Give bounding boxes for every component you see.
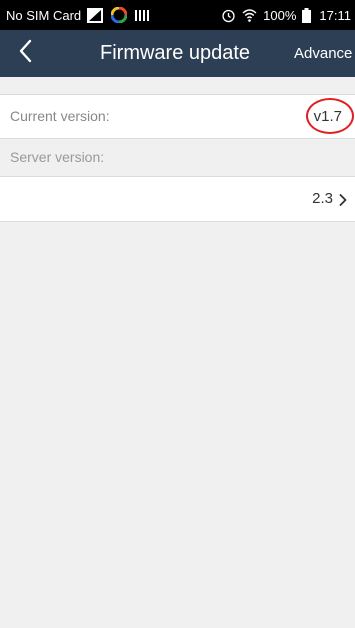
- no-sim-icon: [87, 7, 104, 23]
- wifi-icon: [242, 8, 257, 23]
- status-right: 100% 17:11: [221, 0, 351, 30]
- content-area: Current version: v1.7 Server version: 2.…: [0, 77, 355, 628]
- app-bar: Firmware update Advance: [0, 30, 355, 77]
- clock: 17:11: [319, 7, 351, 23]
- current-version-label: Current version:: [10, 108, 110, 124]
- advanced-button[interactable]: Advance: [294, 30, 352, 77]
- back-button[interactable]: [10, 36, 40, 70]
- chevron-left-icon: [18, 39, 32, 68]
- battery-percent: 100%: [263, 7, 297, 23]
- status-bar: No SIM Card 100% 17:11: [0, 0, 355, 30]
- current-version-row: Current version: v1.7: [0, 94, 355, 139]
- chevron-right-icon: [339, 193, 347, 206]
- sync-icon: [110, 6, 128, 24]
- carrier-label: No SIM Card: [6, 7, 82, 23]
- highlight-circle: [306, 98, 354, 134]
- server-version-row[interactable]: 2.3: [0, 176, 355, 222]
- signal-bars-icon: [135, 9, 150, 21]
- page-title: Firmware update: [100, 42, 251, 64]
- server-version-label: Server version:: [10, 149, 105, 165]
- status-left: No SIM Card: [0, 0, 150, 30]
- alarm-icon: [221, 8, 236, 23]
- server-version-header: Server version:: [0, 139, 355, 176]
- battery-icon: [302, 7, 313, 24]
- server-version-value: 2.3: [312, 190, 333, 207]
